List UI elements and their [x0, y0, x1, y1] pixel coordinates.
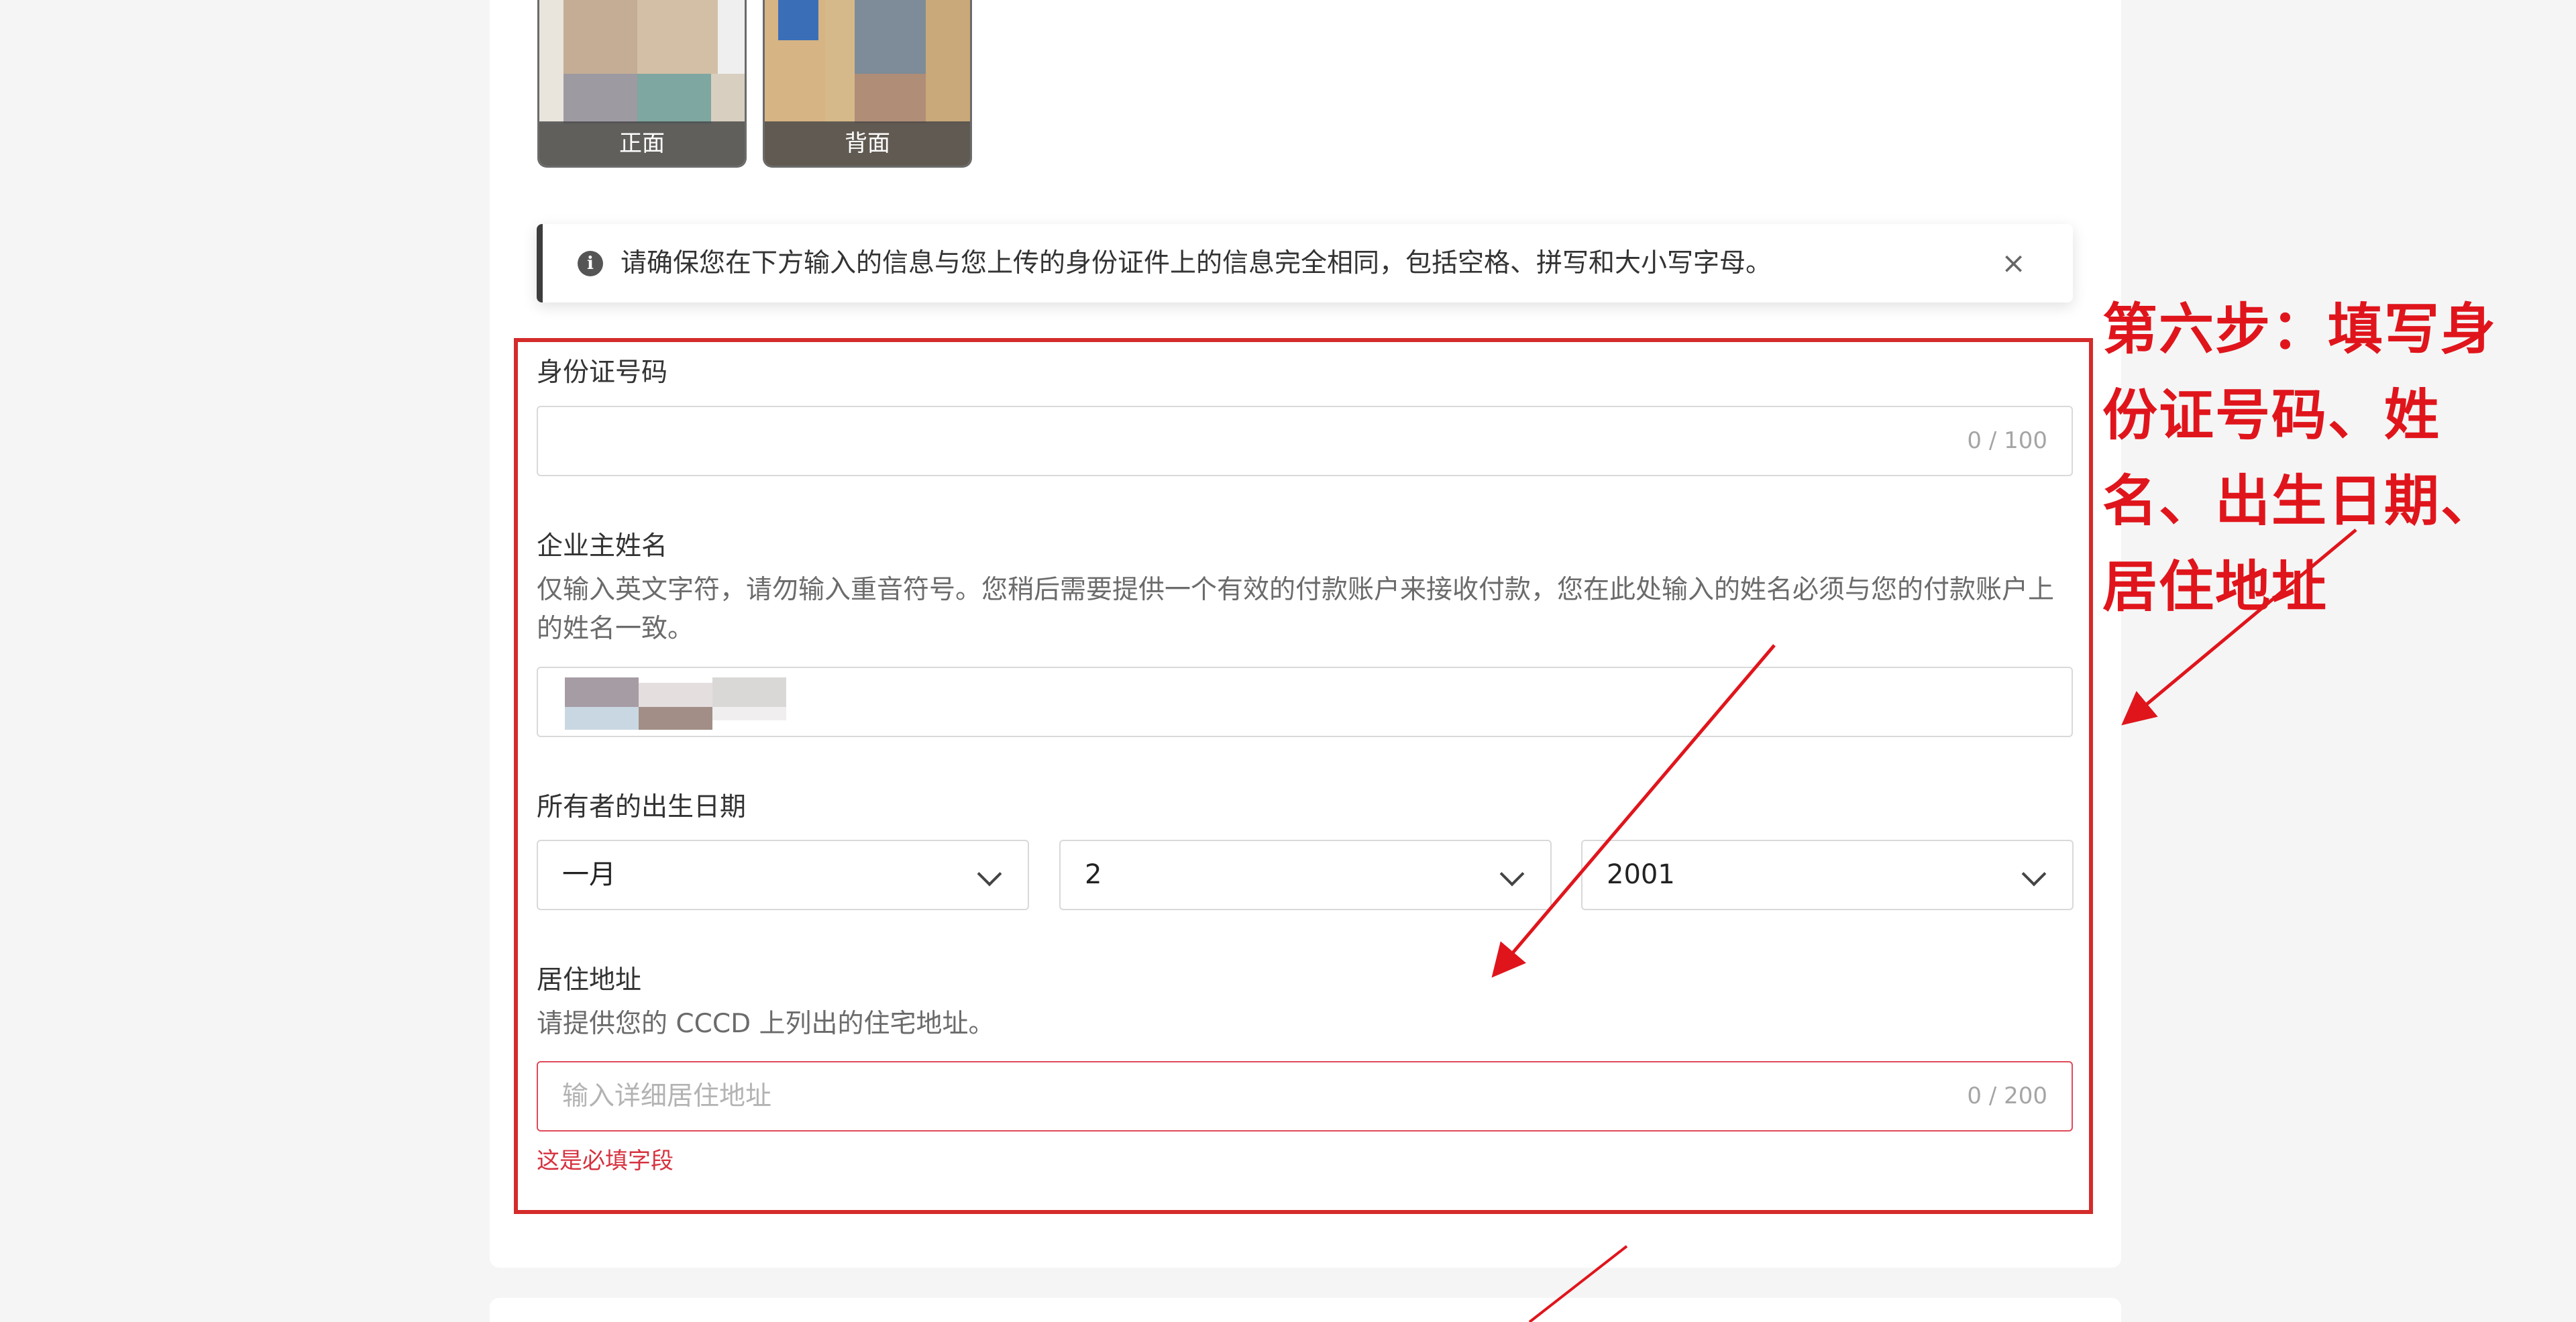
page: 正面 背面 i 请确保您在下方输入的信息与您上传的身份证件上的信息完全相同，包括… [0, 0, 2576, 1322]
annotation-arrow-bottom [1528, 1245, 1628, 1322]
annotation-arrow-center [1491, 644, 1776, 978]
annotation-arrows [1491, 529, 2357, 1322]
annotation-arrow-right [2121, 529, 2357, 726]
